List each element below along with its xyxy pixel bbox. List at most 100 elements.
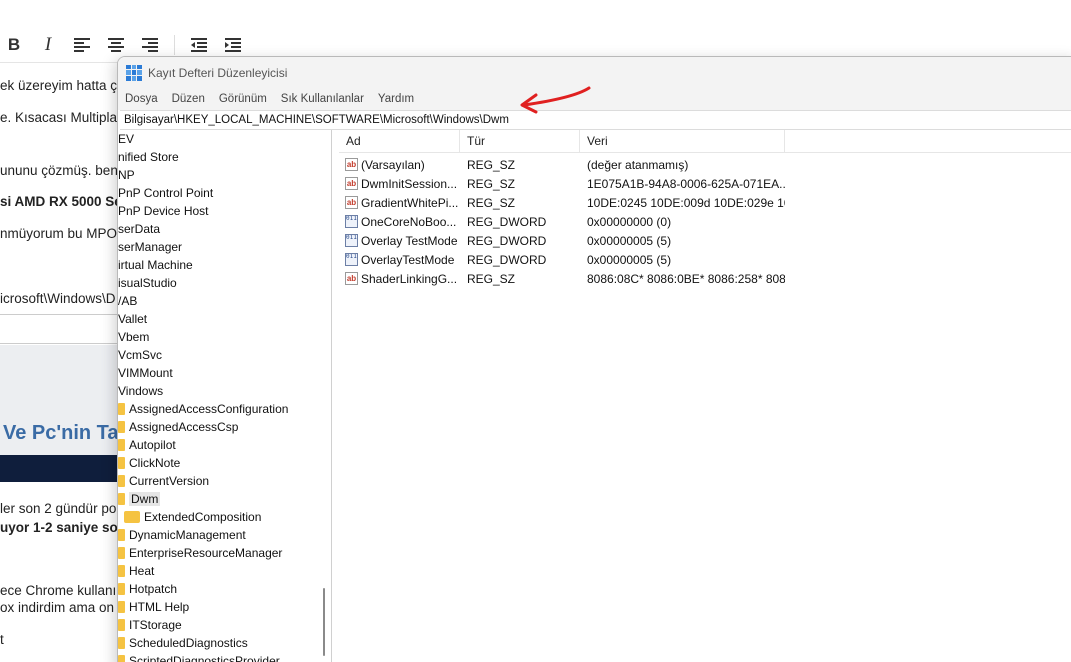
tree-item[interactable]: Vbem [118, 328, 331, 346]
align-right-icon [142, 37, 158, 52]
values-list-pane[interactable]: Ad Tür Veri ab (Varsayılan) REG_SZ (değer a… [339, 130, 1071, 662]
align-right-button[interactable] [140, 35, 160, 55]
tree-item-label: Autopilot [129, 438, 176, 452]
background-text-line: t [0, 632, 4, 647]
tree-item[interactable]: /AB [118, 292, 331, 310]
folder-icon [118, 457, 125, 469]
tree-item[interactable]: Vindows [118, 382, 331, 400]
tree-item[interactable]: ClickNote [118, 454, 331, 472]
tree-item[interactable]: VIMMount [118, 364, 331, 382]
column-header-type[interactable]: Tür [460, 130, 580, 152]
binary-value-icon: 011 110 [345, 234, 358, 247]
tree-item[interactable]: isualStudio [118, 274, 331, 292]
tree-item[interactable]: AssignedAccessConfiguration [118, 400, 331, 418]
value-name: OverlayTestMode [361, 252, 455, 267]
align-center-button[interactable] [106, 35, 126, 55]
align-left-button[interactable] [72, 35, 92, 55]
menu-bar: Dosya Düzen Görünüm Sık Kullanılanlar Ya… [118, 88, 1071, 110]
tree-item[interactable]: PnP Control Point [118, 184, 331, 202]
tree-item-label: serData [118, 222, 161, 236]
value-data-cell: 0x00000005 (5) [587, 233, 672, 248]
tree-item-label: HTML Help [129, 600, 190, 614]
table-row[interactable]: ab (Varsayılan) REG_SZ (değer atanmamış) [339, 155, 1071, 174]
background-text-line: ox indirdim ama on [0, 600, 115, 615]
value-type-cell: REG_SZ [467, 176, 516, 191]
value-name: Overlay TestMode [361, 233, 458, 248]
table-row[interactable]: ab ShaderLinkingG... REG_SZ 8086:08C* 8086:… [339, 269, 1071, 288]
value-name: DwmInitSession... [361, 176, 458, 191]
tree-item-label: VIMMount [118, 366, 173, 380]
tree-item[interactable]: EnterpriseResourceManager [118, 544, 331, 562]
tree-item[interactable]: CurrentVersion [118, 472, 331, 490]
binary-value-icon: 011 110 [345, 215, 358, 228]
tree-item[interactable]: nified Store [118, 148, 331, 166]
address-bar[interactable]: Bilgisayar\HKEY_LOCAL_MACHINE\SOFTWARE\M… [120, 110, 1071, 130]
string-value-icon: ab [345, 177, 358, 190]
align-center-icon [108, 37, 124, 52]
background-input-field[interactable] [0, 314, 118, 344]
menu-gorunum[interactable]: Görünüm [219, 93, 267, 105]
tree-item[interactable]: serManager [118, 238, 331, 256]
table-row[interactable]: 011 110OneCoreNoBoo... REG_DWORD 0x0000000… [339, 212, 1071, 231]
table-row[interactable]: ab GradientWhitePi... REG_SZ 10DE:0245 10DE… [339, 193, 1071, 212]
tree-item[interactable]: irtual Machine [118, 256, 331, 274]
string-value-icon: ab [345, 196, 358, 209]
background-text-line: ece Chrome kullanı [0, 583, 117, 598]
tree-item[interactable]: PnP Device Host [118, 202, 331, 220]
tree-item-label: ExtendedComposition [144, 510, 262, 524]
tree-item-label: Hotpatch [129, 582, 178, 596]
value-rows: ab (Varsayılan) REG_SZ (değer atanmamış) ab D… [339, 153, 1071, 288]
background-text-line: ek üzereyim hatta ç [0, 78, 118, 93]
key-tree-pane[interactable]: EV nified Store NP PnP Control Point PnP Dev… [118, 130, 332, 662]
tree-item-label: nified Store [118, 150, 179, 164]
background-navy-band [0, 455, 118, 482]
tree-item[interactable]: NP [118, 166, 331, 184]
tree-item-label: EnterpriseResourceManager [129, 546, 283, 560]
tree-item[interactable]: VcmSvc [118, 346, 331, 364]
tree-item[interactable]: DynamicManagement [118, 526, 331, 544]
tree-item[interactable]: serData [118, 220, 331, 238]
tree-item[interactable]: Heat [118, 562, 331, 580]
tree-item[interactable]: EV [118, 130, 331, 148]
value-type-cell: REG_DWORD [467, 233, 547, 248]
folder-icon [118, 565, 125, 577]
tree-item[interactable]: ScriptedDiagnosticsProvider [118, 652, 331, 662]
tree-item[interactable]: HTML Help [118, 598, 331, 616]
tree-item[interactable]: Hotpatch [118, 580, 331, 598]
menu-sik-kullanilanlar[interactable]: Sık Kullanılanlar [281, 93, 364, 105]
list-header: Ad Tür Veri [339, 130, 1071, 153]
value-name: ShaderLinkingG... [361, 271, 458, 286]
tree-item-label: ClickNote [129, 456, 181, 470]
string-value-icon: ab [345, 272, 358, 285]
tree-item[interactable]: AssignedAccessCsp [118, 418, 331, 436]
bold-button[interactable]: B [4, 35, 24, 55]
value-name-cell: ab (Varsayılan) [339, 158, 460, 172]
tree-item[interactable]: Vallet [118, 310, 331, 328]
folder-icon [118, 439, 125, 451]
tree-item[interactable]: ExtendedComposition [118, 508, 331, 526]
tree-item[interactable]: ITStorage [118, 616, 331, 634]
column-header-name[interactable]: Ad [339, 130, 460, 152]
value-type-cell: REG_SZ [467, 157, 516, 172]
column-header-data[interactable]: Veri [580, 130, 785, 152]
tree-item-label: isualStudio [118, 276, 177, 290]
folder-icon [124, 511, 140, 523]
table-row[interactable]: 011 110OverlayTestMode REG_DWORD 0x0000000… [339, 250, 1071, 269]
menu-duzen[interactable]: Düzen [172, 93, 205, 105]
folder-icon [118, 403, 125, 415]
tree-item-label: ScheduledDiagnostics [129, 636, 248, 650]
title-bar[interactable]: Kayıt Defteri Düzenleyicisi [118, 57, 1071, 88]
tree-item-label: Vbem [118, 330, 150, 344]
menu-dosya[interactable]: Dosya [125, 93, 158, 105]
tree-item[interactable]: ScheduledDiagnostics [118, 634, 331, 652]
table-row[interactable]: ab DwmInitSession... REG_SZ 1E075A1B-94A8-0… [339, 174, 1071, 193]
indent-button[interactable] [223, 35, 243, 55]
tree-item[interactable]: Dwm [118, 490, 331, 508]
table-row[interactable]: 011 110Overlay TestMode REG_DWORD 0x000000… [339, 231, 1071, 250]
tree-item-label: NP [118, 168, 135, 182]
tree-scrollbar[interactable] [323, 588, 325, 656]
menu-yardim[interactable]: Yardım [378, 93, 414, 105]
italic-button[interactable]: I [38, 34, 58, 55]
tree-item[interactable]: Autopilot [118, 436, 331, 454]
outdent-button[interactable] [189, 35, 209, 55]
